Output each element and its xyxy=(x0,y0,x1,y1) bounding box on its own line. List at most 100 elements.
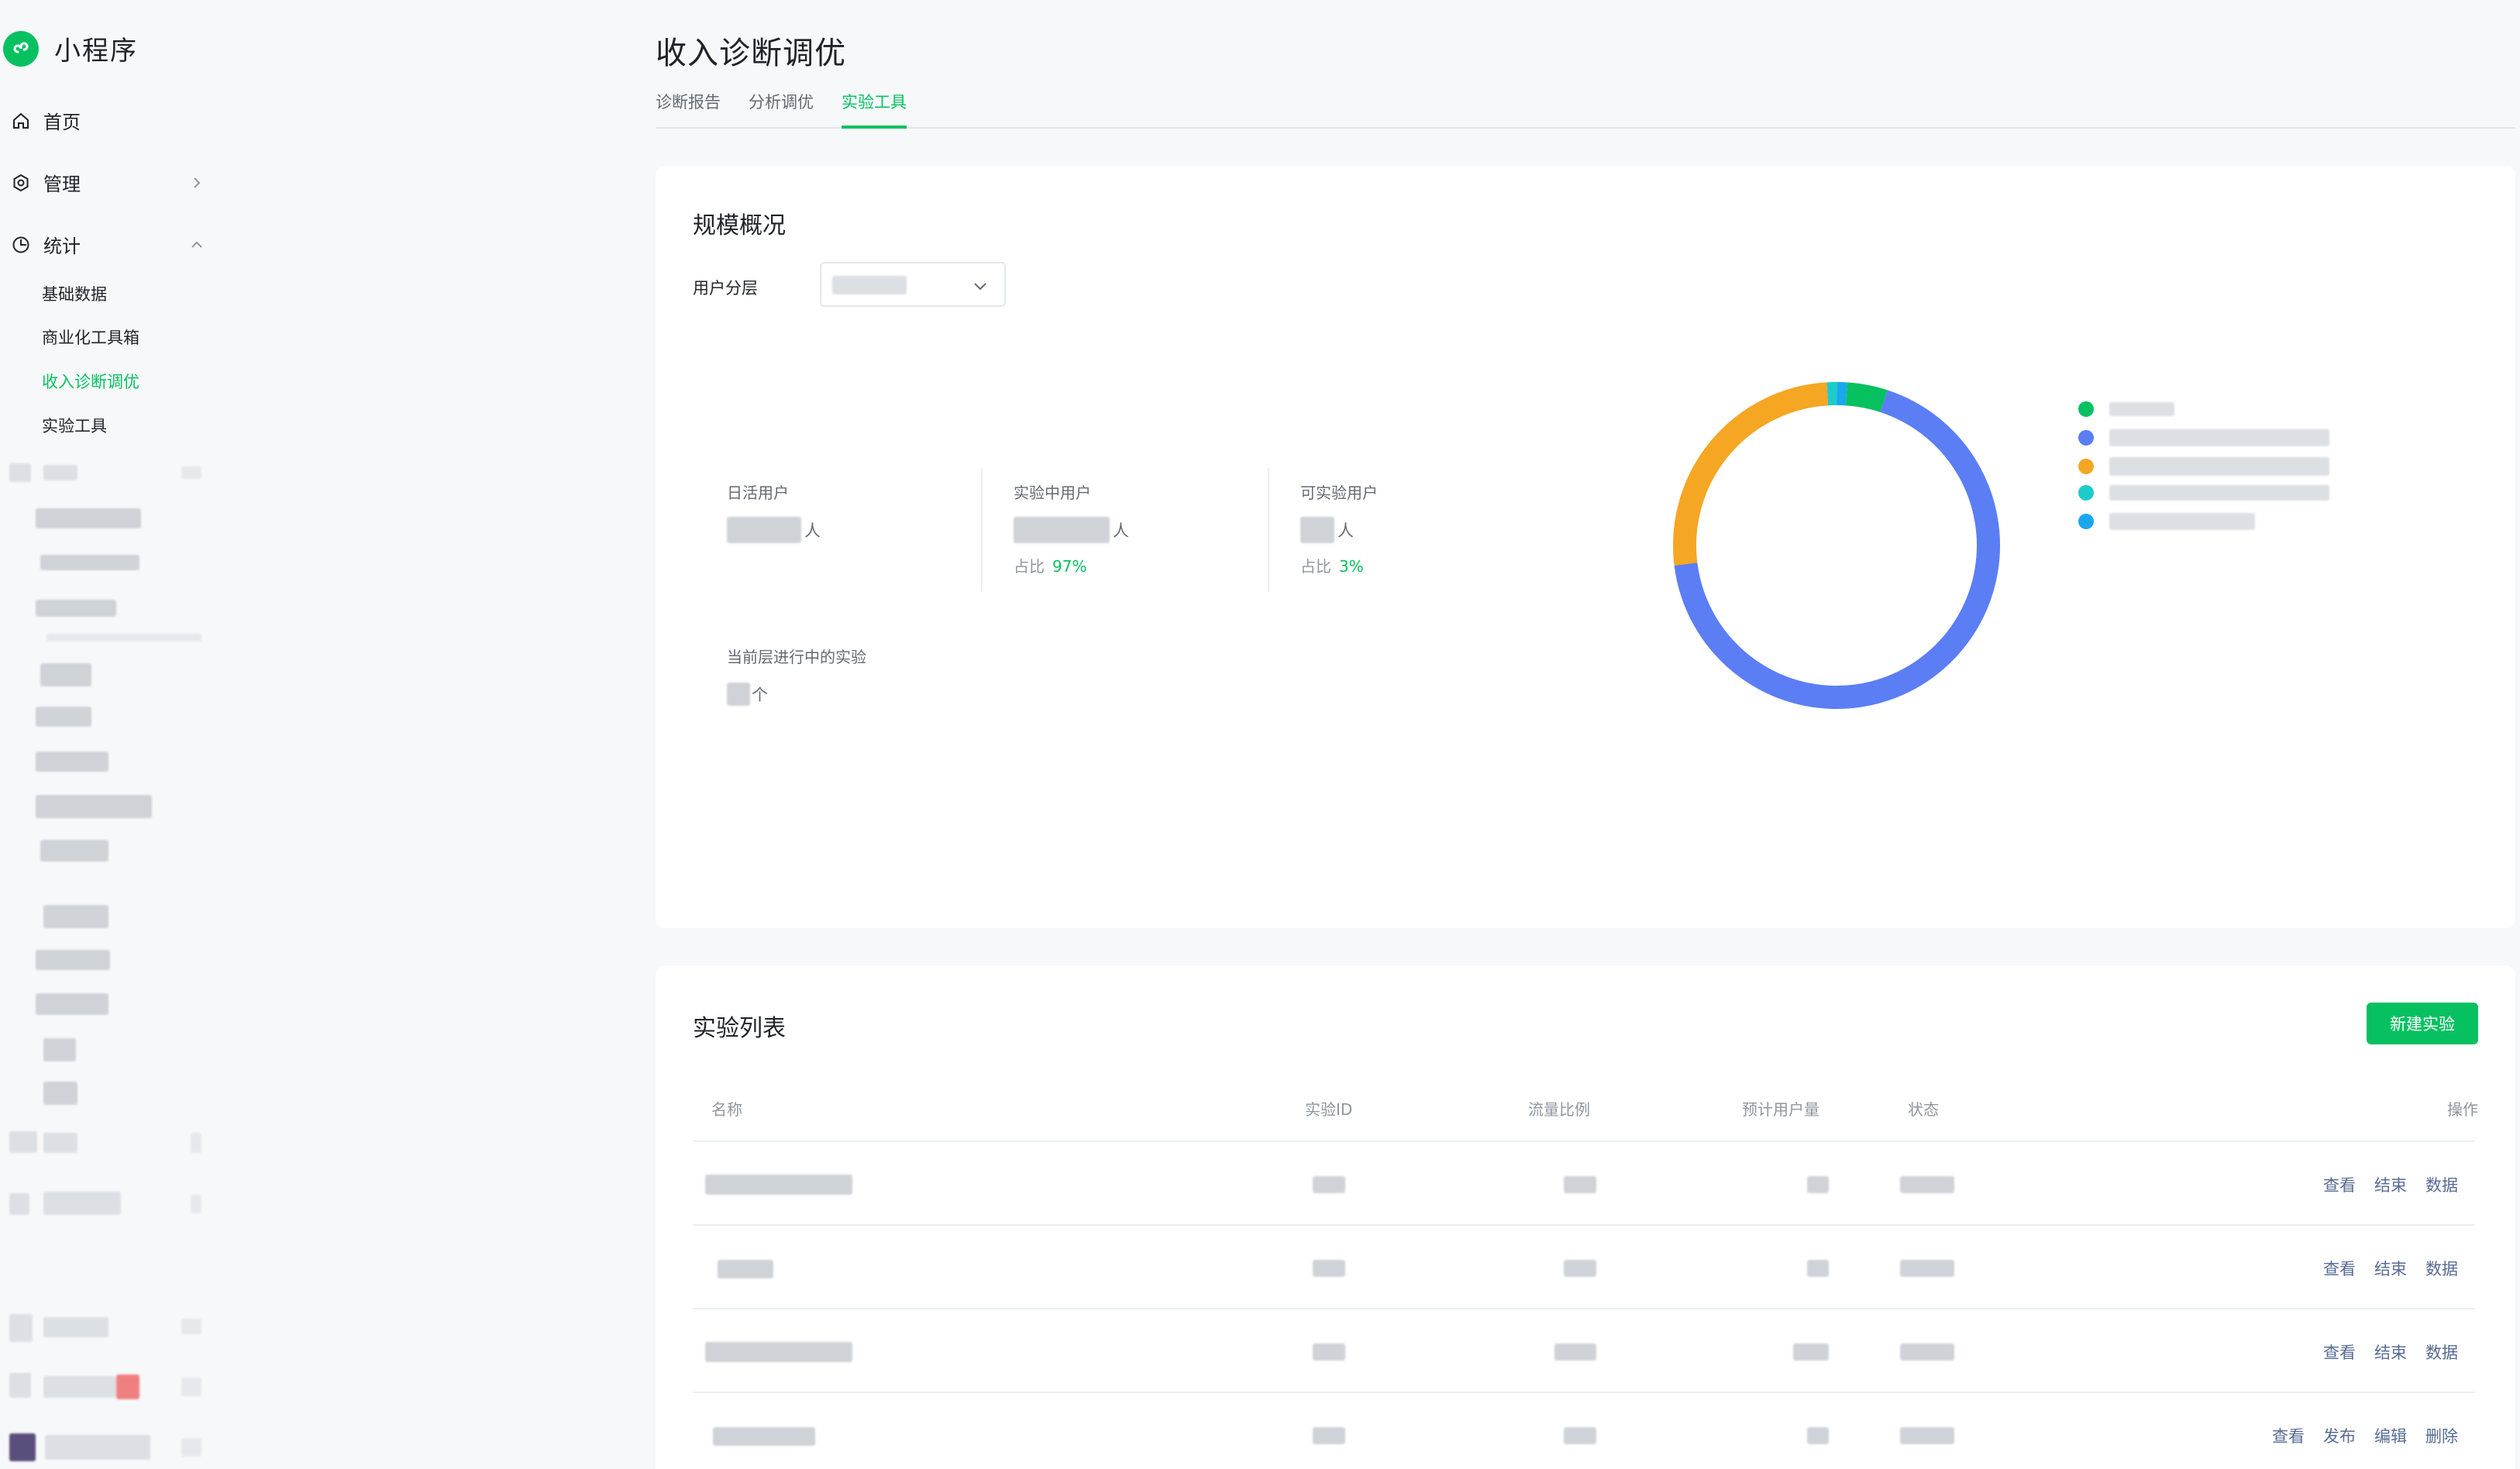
redacted-estimated-users xyxy=(1807,1427,1829,1444)
legend-item[interactable] xyxy=(2078,401,2174,417)
clock-chart-icon xyxy=(12,236,29,253)
legend-item[interactable] xyxy=(2078,429,2329,446)
publish-action[interactable]: 发布 xyxy=(2323,1424,2356,1447)
table-row-divider xyxy=(693,1392,2475,1393)
view-action[interactable]: 查看 xyxy=(2323,1340,2356,1364)
redacted-menu-label[interactable] xyxy=(43,1133,77,1153)
new-experiment-button[interactable]: 新建实验 xyxy=(2367,1003,2478,1044)
redacted-traffic-ratio xyxy=(1554,1343,1596,1361)
sidebar-subitem-basic-data[interactable]: 基础数据 xyxy=(42,282,107,305)
redacted-menu-label[interactable] xyxy=(43,905,108,928)
redacted-menu-label[interactable] xyxy=(36,950,110,970)
redacted-menu-icon xyxy=(9,1314,33,1342)
end-action[interactable]: 结束 xyxy=(2374,1340,2407,1364)
redacted-chevron-icon xyxy=(181,466,201,479)
user-layer-label: 用户分层 xyxy=(693,279,758,298)
view-action[interactable]: 查看 xyxy=(2323,1173,2356,1196)
redacted-traffic-ratio xyxy=(1564,1176,1596,1193)
redacted-menu-label[interactable] xyxy=(36,752,108,772)
sidebar-item-label: 首页 xyxy=(43,112,81,133)
redacted-status xyxy=(1900,1176,1954,1193)
edit-action[interactable]: 编辑 xyxy=(2374,1424,2407,1447)
redacted-menu-label[interactable] xyxy=(43,1082,77,1105)
stat-experiment-users: 实验中用户 人 占比 97% xyxy=(1014,480,1129,576)
legend-item[interactable] xyxy=(2078,513,2255,530)
tab-experiment-tool[interactable]: 实验工具 xyxy=(842,91,907,129)
donut-segment[interactable] xyxy=(1845,382,1888,413)
share-percent: 3% xyxy=(1339,557,1364,576)
user-layer-select[interactable] xyxy=(820,262,1006,307)
redacted-experiment-name[interactable] xyxy=(705,1175,852,1195)
redacted-chevron-icon xyxy=(191,1133,201,1153)
sidebar-subitem-experiment-tool[interactable]: 实验工具 xyxy=(42,414,107,437)
redacted-menu-label[interactable] xyxy=(40,840,108,862)
redacted-chevron-icon xyxy=(181,1319,201,1334)
experiment-list-card: 实验列表 新建实验 名称 实验ID 流量比例 预计用户量 状态 操作 查看 结束… xyxy=(656,965,2515,1469)
redacted-menu-label[interactable] xyxy=(43,1317,108,1337)
redacted-menu-label[interactable] xyxy=(36,707,91,727)
end-action[interactable]: 结束 xyxy=(2374,1173,2407,1196)
redacted-menu-label[interactable] xyxy=(40,663,91,686)
stat-divider xyxy=(1268,468,1269,592)
view-action[interactable]: 查看 xyxy=(2272,1424,2305,1447)
redacted-menu-label[interactable] xyxy=(36,508,141,528)
sidebar-subitem-commerce-toolbox[interactable]: 商业化工具箱 xyxy=(42,325,139,349)
redacted-number xyxy=(1300,517,1334,543)
sidebar-item-manage[interactable]: 管理 xyxy=(11,169,205,196)
data-action[interactable]: 数据 xyxy=(2425,1340,2458,1364)
sidebar-item-label: 统计 xyxy=(43,236,81,257)
donut-segment[interactable] xyxy=(1673,382,1829,566)
stat-unit: 个 xyxy=(752,686,768,704)
redacted-menu-label[interactable] xyxy=(43,465,77,480)
redacted-menu-icon xyxy=(9,463,31,482)
column-header-experiment-id[interactable]: 实验ID xyxy=(1305,1097,1352,1120)
data-action[interactable]: 数据 xyxy=(2425,1173,2458,1196)
home-icon xyxy=(13,112,29,129)
redacted-legend-label xyxy=(2109,429,2329,446)
legend-dot xyxy=(2078,485,2094,501)
legend-item[interactable] xyxy=(2078,457,2329,476)
sidebar-item-stats[interactable]: 统计 xyxy=(11,231,205,258)
legend-item[interactable] xyxy=(2078,485,2329,501)
redacted-experiment-id xyxy=(1313,1260,1345,1277)
redacted-experiment-name[interactable] xyxy=(705,1342,852,1362)
data-action[interactable]: 数据 xyxy=(2425,1257,2458,1280)
redacted-experiment-name[interactable] xyxy=(718,1260,773,1278)
redacted-divider xyxy=(46,634,201,642)
sidebar-subitem-revenue-diagnosis[interactable]: 收入诊断调优 xyxy=(42,370,139,393)
column-header-traffic-ratio[interactable]: 流量比例 xyxy=(1528,1097,1590,1120)
stat-unit: 人 xyxy=(804,521,821,540)
stat-label: 当前层进行中的实验 xyxy=(727,648,866,666)
redacted-menu-label[interactable] xyxy=(40,555,139,570)
redacted-menu-label[interactable] xyxy=(36,600,116,617)
stat-available-users: 可实验用户 人 占比 3% xyxy=(1300,480,1378,576)
column-header-status[interactable]: 状态 xyxy=(1908,1097,1939,1120)
delete-action[interactable]: 删除 xyxy=(2425,1424,2458,1447)
redacted-menu-label[interactable] xyxy=(43,1376,116,1398)
redacted-chevron-icon xyxy=(181,1438,201,1457)
redacted-menu-label[interactable] xyxy=(43,1038,76,1061)
overview-card: 规模概况 用户分层 日活用户 人 实验中用户 人 占比97% 可实验用户 人 xyxy=(656,166,2515,928)
redacted-menu-icon xyxy=(9,1131,37,1153)
redacted-experiment-name[interactable] xyxy=(713,1427,815,1446)
column-header-estimated-users[interactable]: 预计用户量 xyxy=(1742,1097,1819,1120)
tab-analysis-tuning[interactable]: 分析调优 xyxy=(749,91,814,129)
redacted-menu-label[interactable] xyxy=(36,993,108,1015)
redacted-legend-label xyxy=(2109,457,2329,476)
redacted-account-name[interactable] xyxy=(45,1435,150,1460)
column-header-name[interactable]: 名称 xyxy=(711,1097,742,1120)
end-action[interactable]: 结束 xyxy=(2374,1257,2407,1280)
app-logo[interactable]: 小程序 xyxy=(3,29,138,67)
legend-dot xyxy=(2078,401,2094,417)
redacted-number xyxy=(727,683,750,706)
sidebar-item-label: 管理 xyxy=(43,174,81,195)
redacted-avatar[interactable] xyxy=(9,1433,36,1461)
redacted-menu-label[interactable] xyxy=(36,795,152,818)
view-action[interactable]: 查看 xyxy=(2323,1257,2356,1280)
table-row-divider xyxy=(693,1308,2475,1309)
redacted-number xyxy=(1014,517,1110,543)
redacted-menu-label[interactable] xyxy=(43,1192,121,1215)
tab-diagnosis-report[interactable]: 诊断报告 xyxy=(656,91,721,129)
gear-icon xyxy=(13,174,29,191)
sidebar-item-home[interactable]: 首页 xyxy=(11,107,205,134)
